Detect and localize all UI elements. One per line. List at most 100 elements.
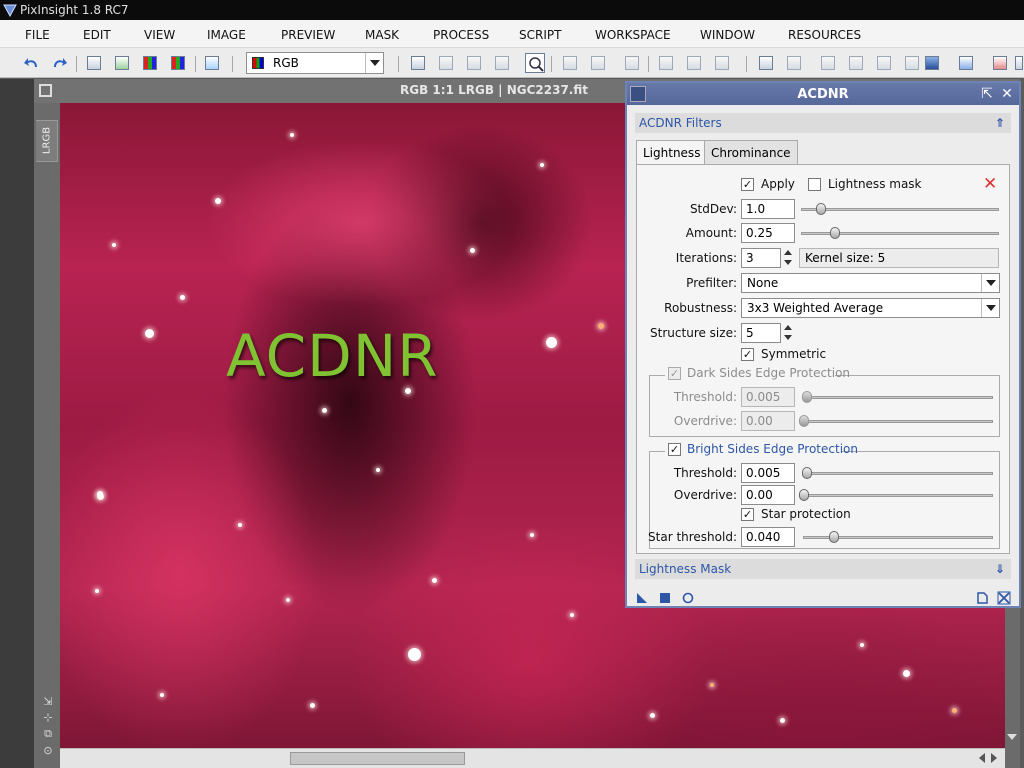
dark-threshold-slider[interactable] (802, 391, 993, 403)
menu-image[interactable]: IMAGE (207, 28, 246, 42)
tab-lightness[interactable]: Lightness (636, 140, 708, 164)
new-image-icon[interactable] (112, 53, 132, 73)
structure-size-input[interactable]: 5 (741, 323, 781, 343)
symmetric-checkbox[interactable]: ✓ (741, 348, 754, 361)
slider-knob[interactable] (829, 531, 839, 543)
minimize-windows-icon[interactable] (846, 53, 866, 73)
dark-overdrive-slider[interactable] (799, 415, 993, 427)
restore-preview-icon[interactable] (588, 53, 608, 73)
window-layout-icon[interactable] (756, 53, 776, 73)
copy-view-icon[interactable]: ⧉ (42, 728, 54, 740)
new-instance-icon[interactable] (635, 591, 649, 605)
section-lightness-mask[interactable]: Lightness Mask ⇓ (635, 559, 1011, 579)
bright-overdrive-slider[interactable] (799, 489, 993, 501)
dark-overdrive-input[interactable]: 0.00 (741, 411, 795, 431)
amount-slider[interactable] (801, 227, 999, 239)
scroll-right-icon[interactable] (991, 753, 1002, 763)
section-acdnr-filters[interactable]: ACDNR Filters ⇑ (635, 113, 1011, 133)
documentation-icon[interactable] (975, 591, 989, 605)
star (408, 648, 421, 661)
stddev-slider[interactable] (801, 203, 999, 215)
star-threshold-slider[interactable] (803, 531, 993, 543)
acdnr-title-bar[interactable]: ACDNR ⇱ ✕ (627, 83, 1019, 105)
chevron-down-double-icon[interactable]: ⇓ (995, 562, 1005, 576)
new-workspace-icon[interactable] (202, 53, 222, 73)
toolbar-more-icon[interactable] (1012, 53, 1024, 73)
star-protection-checkbox[interactable]: ✓ (741, 508, 754, 521)
scroll-down-icon[interactable] (1005, 728, 1020, 748)
color-channels-icon[interactable] (168, 53, 188, 73)
edit-preview-icon[interactable] (436, 53, 456, 73)
screen-icon[interactable] (922, 53, 942, 73)
amount-input[interactable]: 0.25 (741, 223, 795, 243)
new-preview-icon[interactable] (408, 53, 428, 73)
slider-knob[interactable] (802, 391, 812, 403)
slider-knob[interactable] (799, 489, 809, 501)
cascade-windows-icon[interactable] (818, 53, 838, 73)
tab-chrominance[interactable]: Chrominance (704, 140, 798, 164)
star-threshold-input[interactable]: 0.040 (741, 527, 795, 547)
rgb-channels-icon[interactable] (140, 53, 160, 73)
preview-tool-icon[interactable] (464, 53, 484, 73)
fit-view-icon[interactable]: ⇲ (42, 696, 54, 708)
chevron-up-icon[interactable]: ⇑ (995, 116, 1005, 130)
zoom-tool-icon[interactable] (525, 53, 545, 73)
bright-sides-checkbox[interactable]: ✓ (668, 443, 681, 456)
remove-mask-icon[interactable] (712, 53, 732, 73)
robustness-select[interactable]: 3x3 Weighted Average (741, 298, 1000, 318)
dark-threshold-input[interactable]: 0.005 (741, 387, 795, 407)
view-mode-select[interactable]: RGB (246, 52, 384, 74)
lightness-mask-checkbox[interactable] (808, 178, 821, 191)
horizontal-scrollbar[interactable] (60, 748, 1005, 768)
switch-workspace-icon[interactable] (956, 53, 976, 73)
real-time-preview-icon[interactable] (681, 591, 695, 605)
iterations-spinner[interactable] (782, 248, 794, 268)
slider-knob[interactable] (802, 467, 812, 479)
zoom-to-fit-icon[interactable]: ⊹ (42, 712, 54, 724)
bright-threshold-input[interactable]: 0.005 (741, 463, 795, 483)
apply-checkbox[interactable]: ✓ (741, 178, 754, 191)
slider-knob[interactable] (799, 415, 809, 427)
image-side-tab[interactable]: LRGB (36, 120, 58, 162)
collapse-icon[interactable]: ⇱ (979, 86, 995, 102)
apply-global-icon[interactable] (658, 591, 672, 605)
slider-knob[interactable] (816, 203, 826, 215)
close-all-icon[interactable] (990, 53, 1010, 73)
scrollbar-thumb[interactable] (290, 752, 465, 765)
reset-x-icon[interactable]: ✕ (983, 174, 997, 194)
delete-preview-icon[interactable] (492, 53, 512, 73)
menu-file[interactable]: FILE (25, 28, 50, 42)
tile-windows-icon[interactable] (784, 53, 804, 73)
maximize-icon[interactable] (39, 84, 52, 97)
menu-resources[interactable]: RESOURCES (788, 28, 861, 42)
store-preview-icon[interactable] (560, 53, 580, 73)
refresh-mask-icon[interactable] (684, 53, 704, 73)
slider-knob[interactable] (830, 227, 840, 239)
close-windows-icon[interactable] (902, 53, 922, 73)
bright-overdrive-input[interactable]: 0.00 (741, 485, 795, 505)
reset-icon[interactable] (997, 591, 1011, 605)
target-icon[interactable]: ⊙ (42, 745, 54, 757)
menu-preview[interactable]: PREVIEW (281, 28, 335, 42)
menu-workspace[interactable]: WORKSPACE (595, 28, 671, 42)
menu-script[interactable]: SCRIPT (519, 28, 561, 42)
close-icon[interactable]: ✕ (999, 86, 1015, 102)
redo-icon[interactable] (49, 53, 69, 73)
scroll-left-icon[interactable] (974, 753, 985, 763)
undo-icon[interactable] (22, 53, 42, 73)
prefilter-select[interactable]: None (741, 273, 1000, 293)
menu-mask[interactable]: MASK (365, 28, 399, 42)
iterations-input[interactable]: 3 (741, 248, 781, 268)
menu-view[interactable]: VIEW (144, 28, 175, 42)
stddev-input[interactable]: 1.0 (741, 199, 795, 219)
image-properties-icon[interactable] (84, 53, 104, 73)
mask-icon[interactable] (656, 53, 676, 73)
menu-window[interactable]: WINDOW (700, 28, 755, 42)
bright-threshold-slider[interactable] (802, 467, 993, 479)
reset-preview-icon[interactable] (622, 53, 642, 73)
dark-sides-checkbox[interactable]: ✓ (668, 367, 681, 380)
restore-windows-icon[interactable] (874, 53, 894, 73)
menu-process[interactable]: PROCESS (433, 28, 489, 42)
menu-edit[interactable]: EDIT (83, 28, 111, 42)
structure-size-spinner[interactable] (782, 323, 794, 343)
